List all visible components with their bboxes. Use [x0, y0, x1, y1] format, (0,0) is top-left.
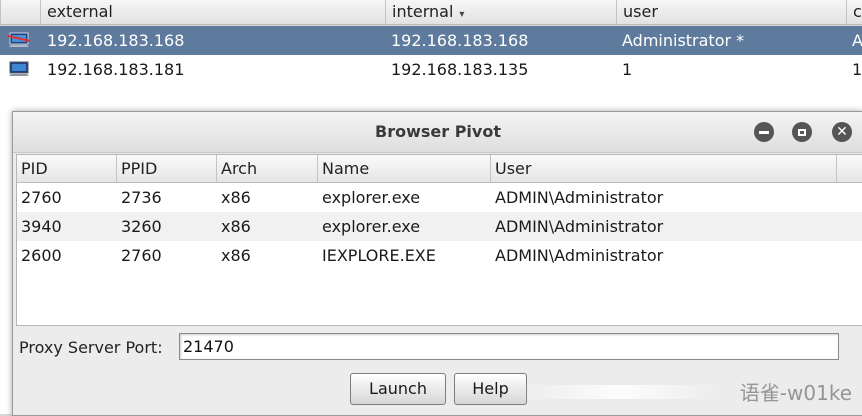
help-button[interactable]: Help: [454, 373, 527, 405]
column-header-external[interactable]: external: [40, 0, 385, 24]
process-arch: x86: [221, 188, 251, 207]
process-ppid: 2760: [121, 246, 162, 265]
column-header-ppid[interactable]: PPID: [117, 155, 217, 182]
sort-descending-icon: ▾: [459, 9, 465, 20]
process-name: explorer.exe: [322, 217, 421, 236]
minimize-icon: [759, 130, 769, 134]
targets-table-header: external internal ▾ user c: [0, 0, 862, 25]
process-user: ADMIN\Administrator: [495, 246, 664, 265]
target-computer: 1: [852, 60, 862, 79]
process-name: explorer.exe: [322, 188, 421, 207]
close-button[interactable]: ✕: [832, 122, 852, 142]
maximize-icon: [798, 128, 806, 136]
targets-icon-column-header[interactable]: [0, 0, 40, 24]
target-user: Administrator *: [622, 31, 745, 50]
process-arch: x86: [221, 217, 251, 236]
column-header-label: Name: [322, 159, 370, 178]
watermark-text: 语雀-w01ke: [739, 381, 852, 405]
target-external-ip: 192.168.183.181: [47, 60, 185, 79]
process-pid: 3940: [21, 217, 62, 236]
process-pid: 2600: [21, 246, 62, 265]
proxy-port-label: Proxy Server Port:: [19, 338, 163, 357]
target-internal-ip: 192.168.183.168: [391, 31, 529, 50]
target-row[interactable]: 192.168.183.168 192.168.183.168 Administ…: [0, 26, 862, 55]
launch-button[interactable]: Launch: [350, 373, 446, 405]
column-header-label: external: [47, 2, 113, 21]
column-header-internal[interactable]: internal ▾: [385, 0, 616, 24]
process-table: PID PPID Arch Name User 2760 2736 x86 ex…: [16, 154, 862, 326]
minimize-button[interactable]: [754, 122, 774, 142]
process-user: ADMIN\Administrator: [495, 188, 664, 207]
column-header-label: PID: [21, 159, 48, 178]
target-computer: A: [852, 31, 862, 50]
column-header-spacer: [837, 155, 862, 182]
process-table-header: PID PPID Arch Name User: [17, 155, 862, 183]
browser-pivot-dialog: Browser Pivot ✕ PID PPID Arch Name User …: [12, 111, 862, 416]
watermark-smear: [520, 385, 720, 399]
column-header-label: internal: [392, 2, 454, 21]
column-header-pid[interactable]: PID: [17, 155, 117, 182]
column-header-name[interactable]: Name: [318, 155, 491, 182]
compromised-host-icon: [8, 32, 30, 47]
target-row[interactable]: 192.168.183.181 192.168.183.135 1 1: [0, 55, 862, 84]
process-row[interactable]: 2600 2760 x86 IEXPLORE.EXE ADMIN\Adminis…: [17, 241, 862, 270]
maximize-button[interactable]: [792, 122, 812, 142]
target-user: 1: [622, 60, 633, 79]
host-icon: [9, 61, 29, 76]
process-name: IEXPLORE.EXE: [322, 246, 436, 265]
target-external-ip: 192.168.183.168: [47, 31, 185, 50]
proxy-port-input[interactable]: [179, 333, 839, 360]
column-header-user[interactable]: user: [616, 0, 846, 24]
dialog-title: Browser Pivot: [375, 122, 501, 141]
column-header-user[interactable]: User: [491, 155, 837, 182]
column-header-computer[interactable]: c: [846, 0, 862, 24]
process-arch: x86: [221, 246, 251, 265]
process-row[interactable]: 3940 3260 x86 explorer.exe ADMIN\Adminis…: [17, 212, 862, 241]
process-user: ADMIN\Administrator: [495, 217, 664, 236]
process-ppid: 2736: [121, 188, 162, 207]
target-internal-ip: 192.168.183.135: [391, 60, 529, 79]
process-ppid: 3260: [121, 217, 162, 236]
column-header-label: PPID: [121, 159, 158, 178]
dialog-titlebar[interactable]: Browser Pivot ✕: [13, 112, 862, 153]
column-header-arch[interactable]: Arch: [217, 155, 318, 182]
process-row[interactable]: 2760 2736 x86 explorer.exe ADMIN\Adminis…: [17, 183, 862, 212]
process-pid: 2760: [21, 188, 62, 207]
column-header-label: User: [495, 159, 532, 178]
column-header-label: Arch: [221, 159, 258, 178]
column-header-label: user: [623, 2, 658, 21]
close-icon: ✕: [836, 124, 848, 140]
column-header-label: c: [853, 2, 862, 21]
